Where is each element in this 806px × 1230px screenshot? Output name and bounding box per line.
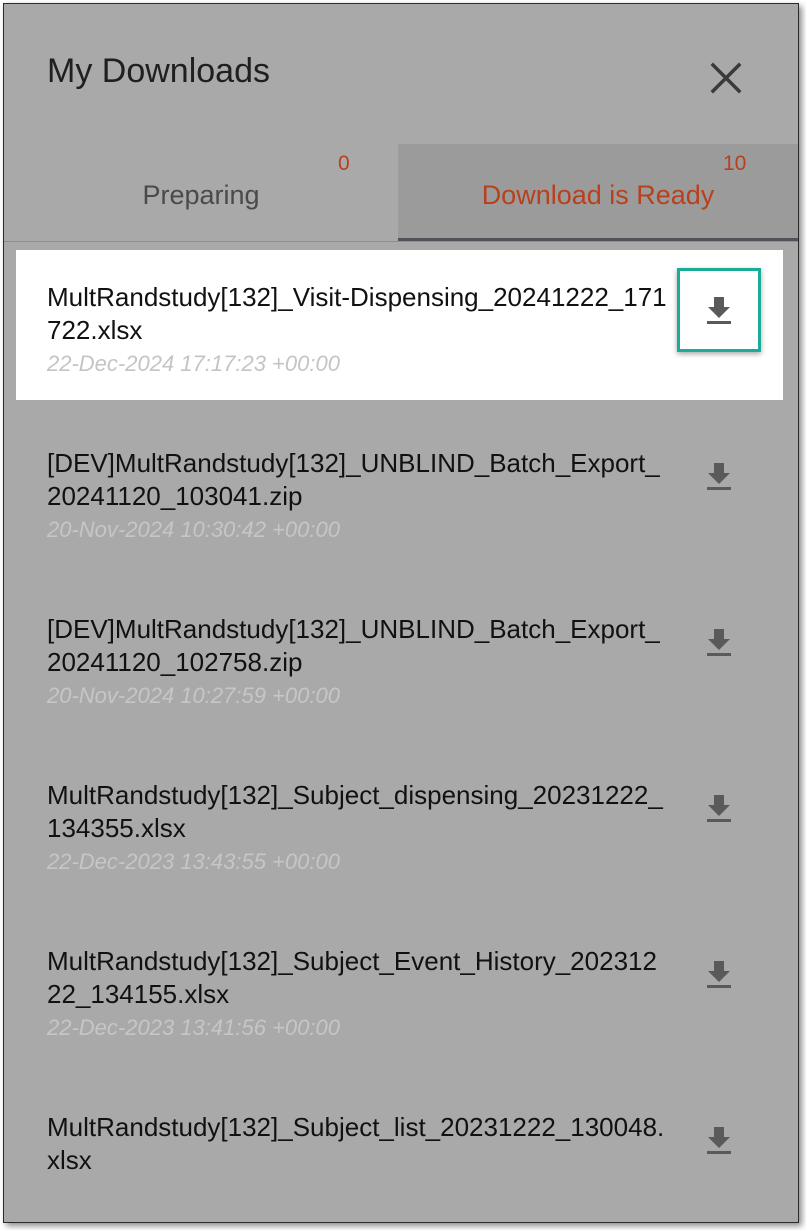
download-item: [DEV]MultRandstudy[132]_UNBLIND_Batch_Ex…: [16, 416, 783, 566]
download-icon: [707, 629, 731, 656]
tab-preparing-label: Preparing: [142, 180, 260, 210]
download-button[interactable]: [677, 932, 761, 1016]
close-button[interactable]: [704, 56, 748, 100]
tab-ready-count: 10: [723, 152, 747, 175]
download-icon: [707, 961, 731, 988]
tab-preparing-count: 0: [338, 152, 350, 175]
file-name: MultRandstudy[132]_Subject_dispensing_20…: [47, 780, 663, 843]
panel-title: My Downloads: [47, 52, 270, 90]
download-button[interactable]: [677, 434, 761, 518]
file-name: [DEV]MultRandstudy[132]_UNBLIND_Batch_Ex…: [47, 448, 660, 511]
download-item: MultRandstudy[132]_Visit-Dispensing_2024…: [16, 250, 783, 400]
panel-header: My Downloads: [4, 4, 798, 144]
file-name: MultRandstudy[132]_Visit-Dispensing_2024…: [47, 282, 667, 345]
download-button[interactable]: [677, 268, 761, 352]
download-item: MultRandstudy[132]_Subject_dispensing_20…: [16, 748, 783, 898]
download-button[interactable]: [677, 766, 761, 850]
file-name: MultRandstudy[132]_Subject_Event_History…: [47, 946, 657, 1009]
download-icon: [707, 795, 731, 822]
download-button[interactable]: [677, 1098, 761, 1182]
file-timestamp: 22-Dec-2024 17:17:23 +00:00: [47, 351, 340, 376]
tab-download-ready[interactable]: 10 Download is Ready: [398, 144, 798, 241]
file-timestamp: 20-Nov-2024 10:30:42 +00:00: [47, 517, 340, 542]
download-item: MultRandstudy[132]_Subject_list_20231222…: [16, 1080, 783, 1184]
tab-divider: [4, 241, 798, 242]
downloads-panel: My Downloads 0 Preparing 10 Download is …: [3, 3, 799, 1223]
download-button[interactable]: [677, 600, 761, 684]
file-timestamp: 20-Nov-2024 10:27:59 +00:00: [47, 683, 340, 708]
download-item: MultRandstudy[132]_Subject_Event_History…: [16, 914, 783, 1064]
download-item: [DEV]MultRandstudy[132]_UNBLIND_Batch_Ex…: [16, 582, 783, 732]
close-icon: [710, 62, 742, 94]
download-list[interactable]: MultRandstudy[132]_Visit-Dispensing_2024…: [4, 244, 798, 1184]
tab-ready-label: Download is Ready: [481, 180, 715, 210]
download-icon: [707, 463, 731, 490]
file-timestamp: 22-Dec-2023 13:43:55 +00:00: [47, 849, 340, 874]
file-timestamp: 22-Dec-2023 13:41:56 +00:00: [47, 1015, 340, 1040]
tab-preparing[interactable]: 0 Preparing: [4, 144, 398, 238]
download-tabs: 0 Preparing 10 Download is Ready: [4, 144, 798, 242]
download-icon: [707, 1127, 731, 1154]
file-name: MultRandstudy[132]_Subject_list_20231222…: [47, 1112, 665, 1175]
download-icon: [707, 297, 731, 324]
file-name: [DEV]MultRandstudy[132]_UNBLIND_Batch_Ex…: [47, 614, 660, 677]
